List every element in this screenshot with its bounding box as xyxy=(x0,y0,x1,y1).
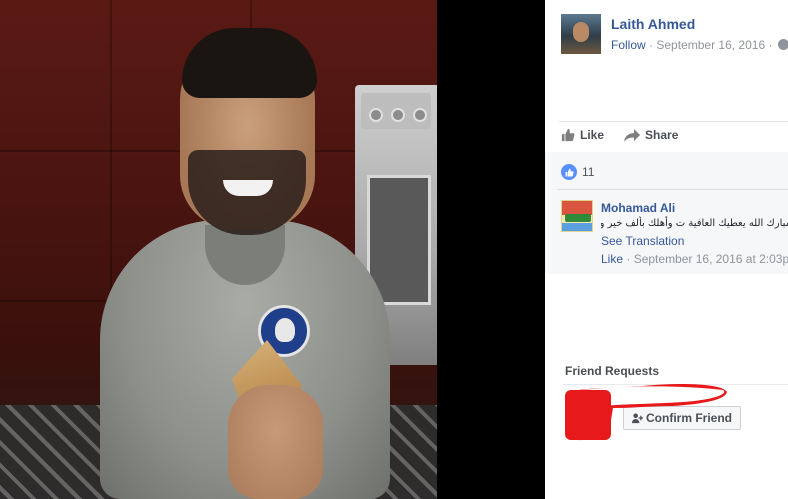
share-label: Share xyxy=(645,128,679,142)
post-author: Laith Ahmed Follow · September 16, 2016 … xyxy=(561,14,788,54)
avatar-stripe xyxy=(562,201,592,215)
follow-link[interactable]: Follow xyxy=(611,38,646,52)
like-label: Like xyxy=(580,128,605,142)
like-reaction-icon xyxy=(561,164,577,180)
post-photo[interactable] xyxy=(0,0,437,499)
reaction-count: 11 xyxy=(582,165,595,179)
stove-knob xyxy=(413,108,427,122)
share-button[interactable]: Share xyxy=(624,128,678,142)
avatar-face xyxy=(573,22,589,42)
comment-timestamp[interactable]: September 16, 2016 at 2:03pm xyxy=(634,252,788,266)
author-subline: Follow · September 16, 2016 · xyxy=(611,36,788,54)
patch-emblem xyxy=(275,318,295,342)
separator: · xyxy=(626,252,631,266)
avatar-stripe xyxy=(565,214,591,222)
photo-viewer xyxy=(0,0,545,499)
commenter-avatar[interactable] xyxy=(561,200,593,232)
comments-section: 11 Mohamad Ali مبارك الله يعطيك العافية … xyxy=(545,152,788,274)
thumbs-up-icon xyxy=(561,128,575,142)
reactions-summary[interactable]: 11 xyxy=(561,164,594,180)
person-hand xyxy=(228,385,323,499)
post-date[interactable]: September 16, 2016 xyxy=(656,38,765,52)
post-side-panel: Laith Ahmed Follow · September 16, 2016 … xyxy=(545,0,788,499)
post-actions: Like Share xyxy=(561,128,698,142)
stove-knob xyxy=(391,108,405,122)
like-button[interactable]: Like xyxy=(561,128,604,142)
avatar-stripe xyxy=(562,223,592,231)
separator: · xyxy=(649,38,654,52)
share-arrow-icon xyxy=(624,128,641,142)
commenter-name-link[interactable]: Mohamad Ali xyxy=(601,200,788,216)
author-name-link[interactable]: Laith Ahmed xyxy=(611,14,788,34)
author-meta: Laith Ahmed Follow · September 16, 2016 … xyxy=(611,14,788,54)
see-translation-link[interactable]: See Translation xyxy=(601,233,788,250)
comment-like-link[interactable]: Like xyxy=(601,252,623,266)
comment-item: Mohamad Ali مبارك الله يعطيك العافية ت و… xyxy=(561,200,788,268)
globe-icon xyxy=(777,39,788,50)
comment-meta: Like · September 16, 2016 at 2:03pm xyxy=(601,250,788,268)
divider xyxy=(557,189,788,190)
comment-text: مبارك الله يعطيك العافية ت وأهلك بألف خي… xyxy=(601,218,788,229)
comment-body: Mohamad Ali مبارك الله يعطيك العافية ت و… xyxy=(601,200,788,268)
friend-requests-title[interactable]: Friend Requests xyxy=(565,364,659,378)
separator: · xyxy=(768,38,773,52)
author-avatar[interactable] xyxy=(561,14,601,54)
red-scribble-redaction xyxy=(565,384,727,441)
divider xyxy=(559,121,788,122)
stove-knob xyxy=(369,108,383,122)
stove-panel xyxy=(361,93,431,129)
person-hair xyxy=(182,28,317,98)
